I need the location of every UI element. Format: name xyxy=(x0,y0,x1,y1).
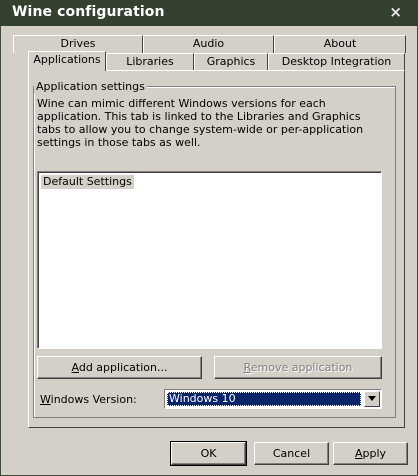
windows-version-select[interactable]: Windows 10 xyxy=(164,389,382,409)
mnemonic: W xyxy=(40,393,51,406)
apply-button[interactable]: Apply xyxy=(333,442,408,465)
tab-libraries[interactable]: Libraries xyxy=(106,53,194,71)
mnemonic: R xyxy=(243,361,251,374)
cancel-button[interactable]: Cancel xyxy=(254,442,329,465)
list-item[interactable]: Default Settings xyxy=(41,175,134,189)
label-text: indows Version: xyxy=(50,393,137,406)
title-bar[interactable]: Wine configuration × xyxy=(0,0,418,26)
tab-label: About xyxy=(323,37,357,50)
windows-version-value: Windows 10 xyxy=(167,392,361,406)
group-label: Application settings xyxy=(34,80,147,93)
mnemonic: A xyxy=(354,447,363,460)
applications-list[interactable]: Default Settings xyxy=(37,171,382,349)
mnemonic: A xyxy=(71,361,79,374)
tab-label: Audio xyxy=(192,37,225,50)
close-icon[interactable]: × xyxy=(389,3,402,21)
tab-label: Libraries xyxy=(126,55,174,68)
tab-label: Graphics xyxy=(206,55,256,68)
tab-applications[interactable]: Applications xyxy=(28,51,106,71)
window-title: Wine configuration xyxy=(12,4,165,20)
ok-button[interactable]: OK xyxy=(170,441,247,466)
tab-audio[interactable]: Audio xyxy=(143,35,274,53)
tab-desktop-integration[interactable]: Desktop Integration xyxy=(268,53,405,71)
wine-config-window: Wine configuration × Drives Audio About … xyxy=(0,0,418,476)
tab-about[interactable]: About xyxy=(274,35,406,53)
tab-graphics[interactable]: Graphics xyxy=(194,53,268,71)
tab-label: Drives xyxy=(60,37,96,50)
tab-label: Applications xyxy=(33,53,101,66)
button-label: dd application... xyxy=(78,361,168,374)
remove-application-button[interactable]: Remove application xyxy=(214,356,382,379)
description-text: Wine can mimic different Windows version… xyxy=(37,97,364,149)
tab-label: Desktop Integration xyxy=(281,55,392,68)
button-label: pply xyxy=(362,447,387,460)
windows-version-label: Windows Version: xyxy=(40,393,137,406)
button-label: Cancel xyxy=(272,447,311,460)
add-application-button[interactable]: Add application... xyxy=(37,356,202,379)
dropdown-button[interactable] xyxy=(364,391,380,407)
button-label: OK xyxy=(200,447,217,460)
chevron-down-icon xyxy=(368,396,376,401)
button-label: emove application xyxy=(250,361,353,374)
